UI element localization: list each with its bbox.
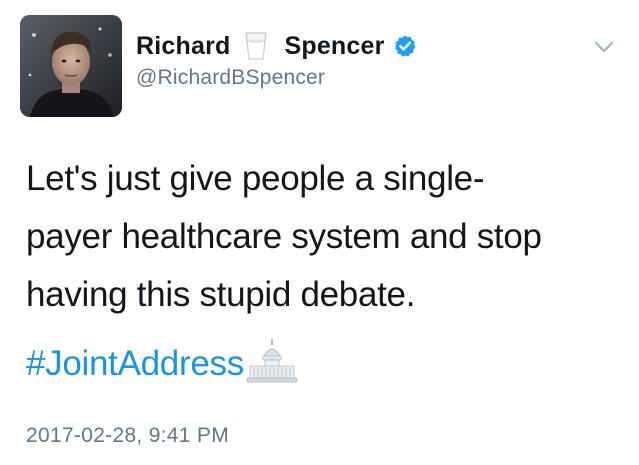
chevron-down-icon[interactable] [591,36,617,58]
display-name-last: Spencer [284,31,385,60]
tweet-text-line: having this stupid debate. [26,275,416,314]
avatar[interactable] [20,15,122,117]
milk-glass-icon [244,31,268,61]
verified-badge-icon [393,34,417,58]
hashtag-link[interactable]: #JointAddress [26,344,244,384]
tweet-text-line: Let's just give people a single- [26,159,485,198]
tweet-timestamp[interactable]: 2017-02-28, 9:41 PM [26,424,229,448]
display-name-first: Richard [136,31,231,60]
capitol-building-icon [246,338,298,384]
user-handle[interactable]: @RichardBSpencer [136,66,325,90]
tweet-text: Let's just give people a single- payer h… [26,150,626,324]
avatar-photo [20,15,122,117]
tweet-card: Richard Spencer @RichardBSpencer Let's j… [0,0,639,465]
hashtag-row: #JointAddress [26,338,298,390]
display-name[interactable]: Richard Spencer [136,30,417,62]
tweet-text-line: payer healthcare system and stop [26,217,542,256]
